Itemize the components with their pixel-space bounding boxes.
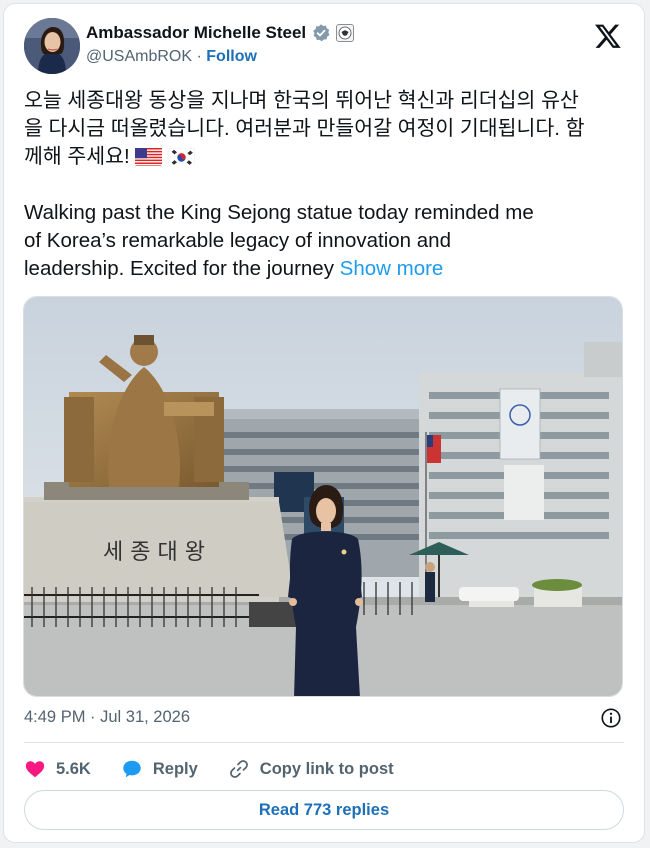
actions-divider [24,742,624,743]
copy-link-label: Copy link to post [259,759,394,778]
post-korean-line-3: 께해 주세요! [24,145,130,168]
post-timestamp[interactable]: 4:49 PM · Jul 31, 2026 [24,708,190,727]
us-embassy-seal-icon[interactable] [336,24,355,42]
statue-inscription: 세 종 대 왕 [103,540,205,565]
like-count: 5.6K [56,759,91,778]
heart-icon [25,761,45,778]
read-replies-button[interactable]: Read 773 replies [24,790,624,830]
author-name[interactable]: Ambassador Michelle Steel [86,22,306,44]
post-korean-line-1: 오늘 세종대왕 동상을 지나며 한국의 뛰어난 혁신과 리더십의 유산 [24,89,579,112]
post-header: Ambassador Michelle Steel @USAmbROK · Fo… [24,18,624,76]
info-icon[interactable] [600,707,622,729]
reply-label: Reply [152,759,198,778]
south-korea-flag-icon [168,147,196,166]
post-card: Ambassador Michelle Steel @USAmbROK · Fo… [3,3,645,843]
copy-link-button[interactable]: Copy link to post [228,758,394,780]
post-photo[interactable]: 세 종 대 왕 [23,296,623,697]
separator: · [196,48,202,65]
like-button[interactable]: 5.6K [24,758,91,780]
avatar[interactable] [24,18,80,74]
post-text: 오늘 세종대왕 동상을 지나며 한국의 뛰어난 혁신과 리더십의 유산 을 다시… [24,87,624,283]
x-logo-icon[interactable] [594,22,622,50]
author-handle[interactable]: @USAmbROK [86,48,192,65]
reply-button[interactable]: Reply [121,758,198,780]
verified-badge-icon [313,24,330,42]
link-icon [229,760,248,778]
follow-button[interactable]: Follow [206,48,257,65]
post-english-line-2: of Korea’s remarkable legacy of innovati… [24,229,451,252]
author-names: Ambassador Michelle Steel @USAmbROK · Fo… [86,22,355,67]
post-english-line-1: Walking past the King Sejong statue toda… [24,201,534,224]
post-korean-line-2: 을 다시금 떠올렸습니다. 여러분과 만들어갈 여정이 기대됩니다. 함 [24,117,585,140]
us-flag-icon [135,147,163,166]
action-bar: 5.6K Reply Copy link to post [24,754,424,784]
reply-bubble-icon [123,760,141,778]
post-english-line-3: leadership. Excited for the journey [24,257,334,280]
show-more-link[interactable]: Show more [340,257,444,280]
